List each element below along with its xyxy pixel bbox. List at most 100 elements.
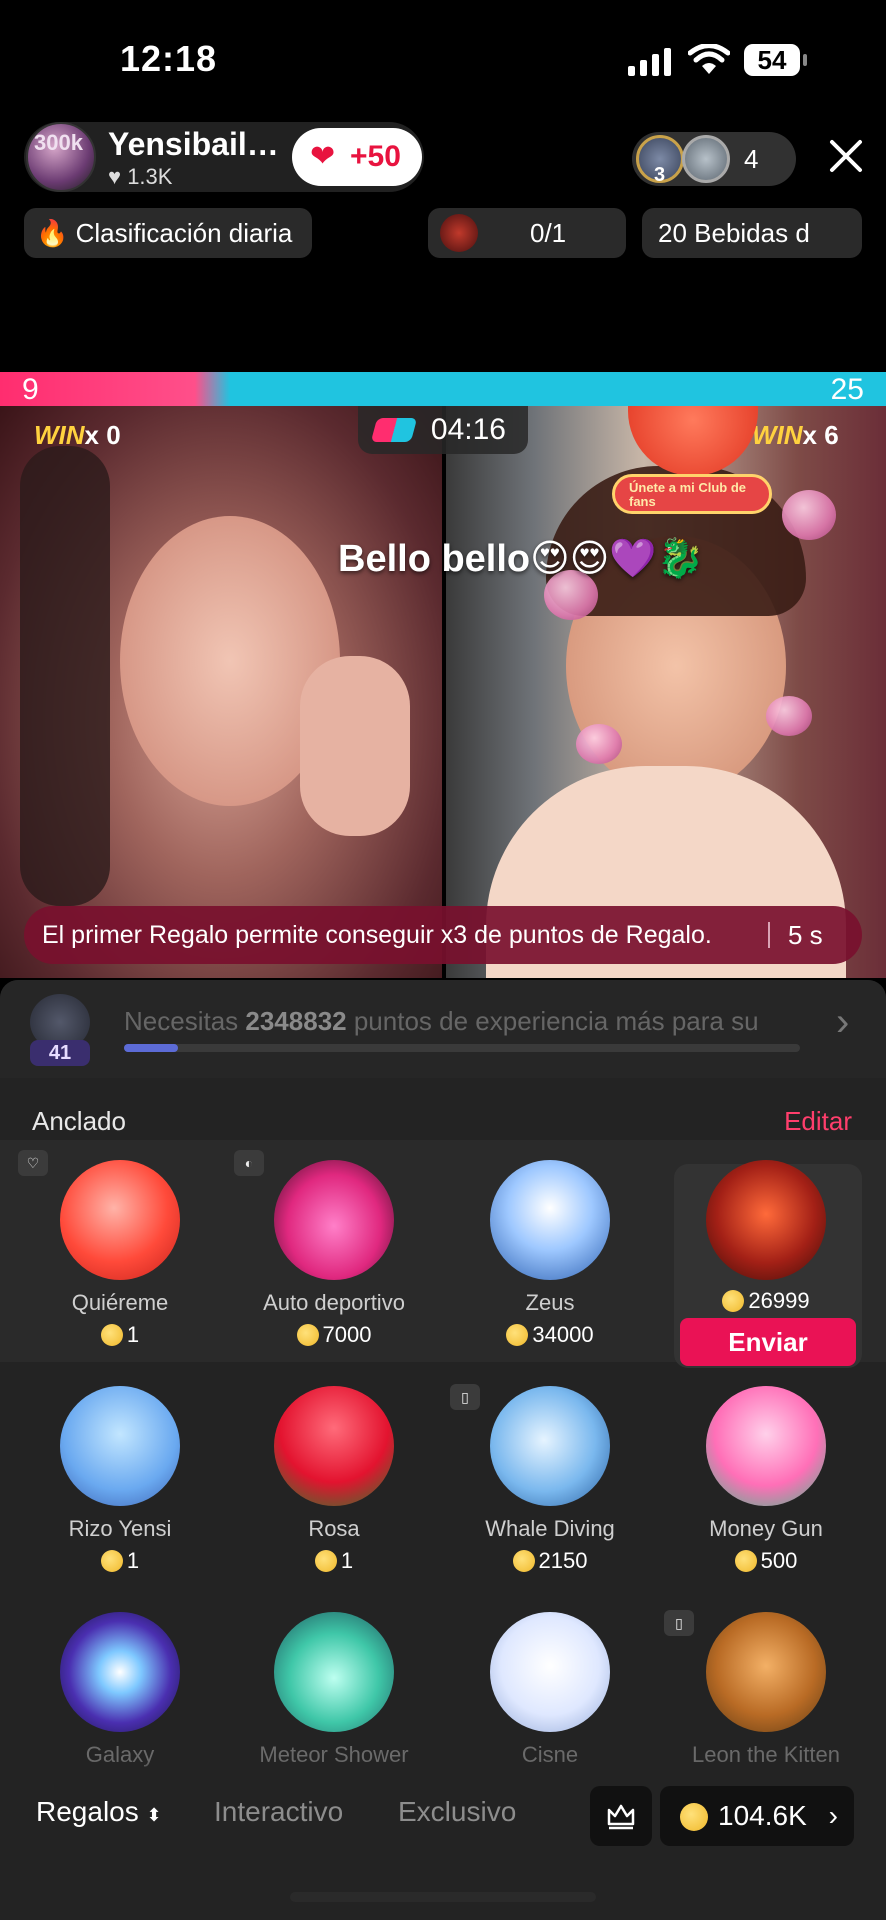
money-gun-icon — [706, 1386, 826, 1506]
gift-price: 26999 — [660, 1288, 872, 1314]
heart-gift-icon — [60, 1160, 180, 1280]
coin-icon — [680, 1803, 708, 1831]
right-score: 25 — [830, 373, 864, 406]
level-number: 41 — [30, 1040, 90, 1066]
small-heart-icon: ♥ — [108, 164, 122, 189]
dragon-goal-icon — [440, 214, 478, 252]
coin-icon — [722, 1290, 745, 1312]
host-avatar[interactable]: 300k — [26, 122, 96, 192]
left-win-count: WINx 0 — [34, 420, 121, 450]
banner-divider — [768, 922, 770, 948]
coin-icon — [296, 1324, 319, 1346]
galaxy-icon — [60, 1612, 180, 1732]
floating-heart-icon — [782, 490, 836, 540]
drinks-pill[interactable]: 20 Bebidas d — [642, 208, 862, 258]
edit-button[interactable]: Editar — [784, 1106, 852, 1137]
gift-price: 1 — [14, 1322, 226, 1348]
right-win-count: WINx 6 — [752, 420, 839, 450]
crown-button[interactable] — [590, 1786, 652, 1846]
rose-icon — [274, 1386, 394, 1506]
battle-score-bar: 9 25 — [0, 372, 886, 406]
host-likes: ♥ 1.3K — [108, 164, 172, 190]
status-bar: 12:18 54 — [0, 0, 886, 120]
left-hand — [300, 656, 410, 836]
floating-heart-icon — [766, 696, 812, 736]
coin-icon — [734, 1550, 757, 1572]
goal-progress: 0/1 — [530, 218, 567, 248]
gift-item[interactable]: Cisne — [444, 1612, 656, 1768]
gift-item[interactable]: Auto deportivo 7000 — [228, 1160, 440, 1348]
avatar-badge-text: 300k — [34, 130, 83, 155]
coin-icon — [512, 1550, 535, 1572]
close-icon[interactable] — [826, 136, 866, 176]
gift-item[interactable]: Galaxy — [14, 1612, 226, 1768]
drinks-label: 20 Bebidas d — [658, 218, 810, 248]
gift-item[interactable]: Meteor Shower — [228, 1612, 440, 1768]
gift-item[interactable]: 26999 — [660, 1160, 872, 1314]
like-boost-value: +50 — [350, 140, 401, 173]
coin-icon — [506, 1324, 529, 1346]
daily-ranking-pill[interactable]: 🔥 Clasificación diaria — [24, 208, 312, 258]
host-name: Yensibail… — [108, 126, 279, 162]
top-viewers[interactable]: 3 4 — [632, 132, 796, 186]
meteor-icon — [274, 1612, 394, 1732]
banner-text: El primer Regalo permite conseguir x3 de… — [42, 921, 712, 949]
gift-item[interactable]: Quiéreme 1 — [14, 1160, 226, 1348]
coin-icon — [100, 1324, 123, 1346]
sort-icon: ⬍ — [146, 1805, 162, 1825]
gift-item[interactable]: Rosa 1 — [228, 1386, 440, 1574]
gift-name: Rizo Yensi — [68, 1516, 172, 1541]
viewer-count: 4 — [744, 144, 759, 174]
fan-club-badge[interactable]: Únete a mi Club de fans — [612, 474, 772, 514]
like-boost-button[interactable]: ❤ +50 — [292, 128, 422, 186]
gift-item[interactable]: Zeus 34000 — [444, 1160, 656, 1348]
gift-item[interactable]: Whale Diving 2150 — [444, 1386, 656, 1574]
gift-tabs: Regalos ⬍ Interactivo Exclusivo 104.6K › — [0, 1780, 886, 1852]
whale-icon — [490, 1386, 610, 1506]
heart-icon: ❤ — [310, 140, 336, 173]
gift-item[interactable]: Money Gun 500 — [660, 1386, 872, 1574]
chevron-right-icon: › — [828, 1800, 838, 1831]
gift-name: Money Gun — [709, 1516, 823, 1541]
tab-gifts[interactable]: Regalos ⬍ — [36, 1796, 162, 1828]
status-time: 12:18 — [120, 38, 218, 79]
xp-message: Necesitas 2348832 puntos de experiencia … — [124, 1006, 759, 1036]
gift-name: Rosa — [308, 1516, 360, 1541]
daily-ranking-label: Clasificación diaria — [75, 218, 293, 248]
crown-icon — [607, 1804, 635, 1830]
wifi-icon — [688, 44, 730, 74]
gift-price: 34000 — [444, 1322, 656, 1348]
dragon-icon — [706, 1160, 826, 1280]
gift-item[interactable]: Leon the Kitten — [660, 1612, 872, 1768]
left-stream-video[interactable]: WINx 0 — [0, 406, 442, 978]
gift-price: 1 — [14, 1548, 226, 1574]
xp-progress-bar — [124, 1044, 800, 1052]
pinned-title: Anclado — [32, 1106, 126, 1136]
gift-price: 7000 — [228, 1322, 440, 1348]
floating-heart-icon — [576, 724, 622, 764]
gift-bonus-banner[interactable]: El primer Regalo permite conseguir x3 de… — [24, 906, 862, 964]
banner-countdown: 5 s — [788, 920, 823, 950]
gift-name: Quiéreme — [71, 1290, 169, 1315]
live-comment: Bello bello😍😍💜🐉 — [338, 538, 704, 580]
gift-item[interactable]: Rizo Yensi 1 — [14, 1386, 226, 1574]
left-score: 9 — [22, 373, 39, 406]
host-info[interactable]: 300k Yensibail… ♥ 1.3K ❤ +50 — [24, 122, 424, 192]
xp-progress-row[interactable]: 41 Necesitas 2348832 puntos de experienc… — [0, 980, 886, 1078]
fire-icon: 🔥 — [36, 218, 69, 248]
lion-icon — [706, 1612, 826, 1732]
tab-interactive[interactable]: Interactivo — [214, 1796, 343, 1828]
gift-price: 500 — [660, 1548, 872, 1574]
home-indicator[interactable] — [290, 1892, 596, 1902]
send-button[interactable]: Enviar — [680, 1318, 856, 1366]
viewer-avatar[interactable] — [682, 135, 730, 183]
xp-points: 2348832 — [245, 1006, 347, 1036]
yensi-heart-icon — [60, 1386, 180, 1506]
host-likes-count: 1.3K — [127, 164, 173, 189]
left-win-label: WIN — [34, 420, 85, 450]
goal-pill[interactable]: 0/1 — [428, 208, 626, 258]
gift-name: Zeus — [525, 1290, 575, 1315]
chevron-right-icon[interactable]: › — [836, 1000, 849, 1045]
wallet-button[interactable]: 104.6K › — [660, 1786, 854, 1846]
tab-exclusive[interactable]: Exclusivo — [398, 1796, 516, 1828]
